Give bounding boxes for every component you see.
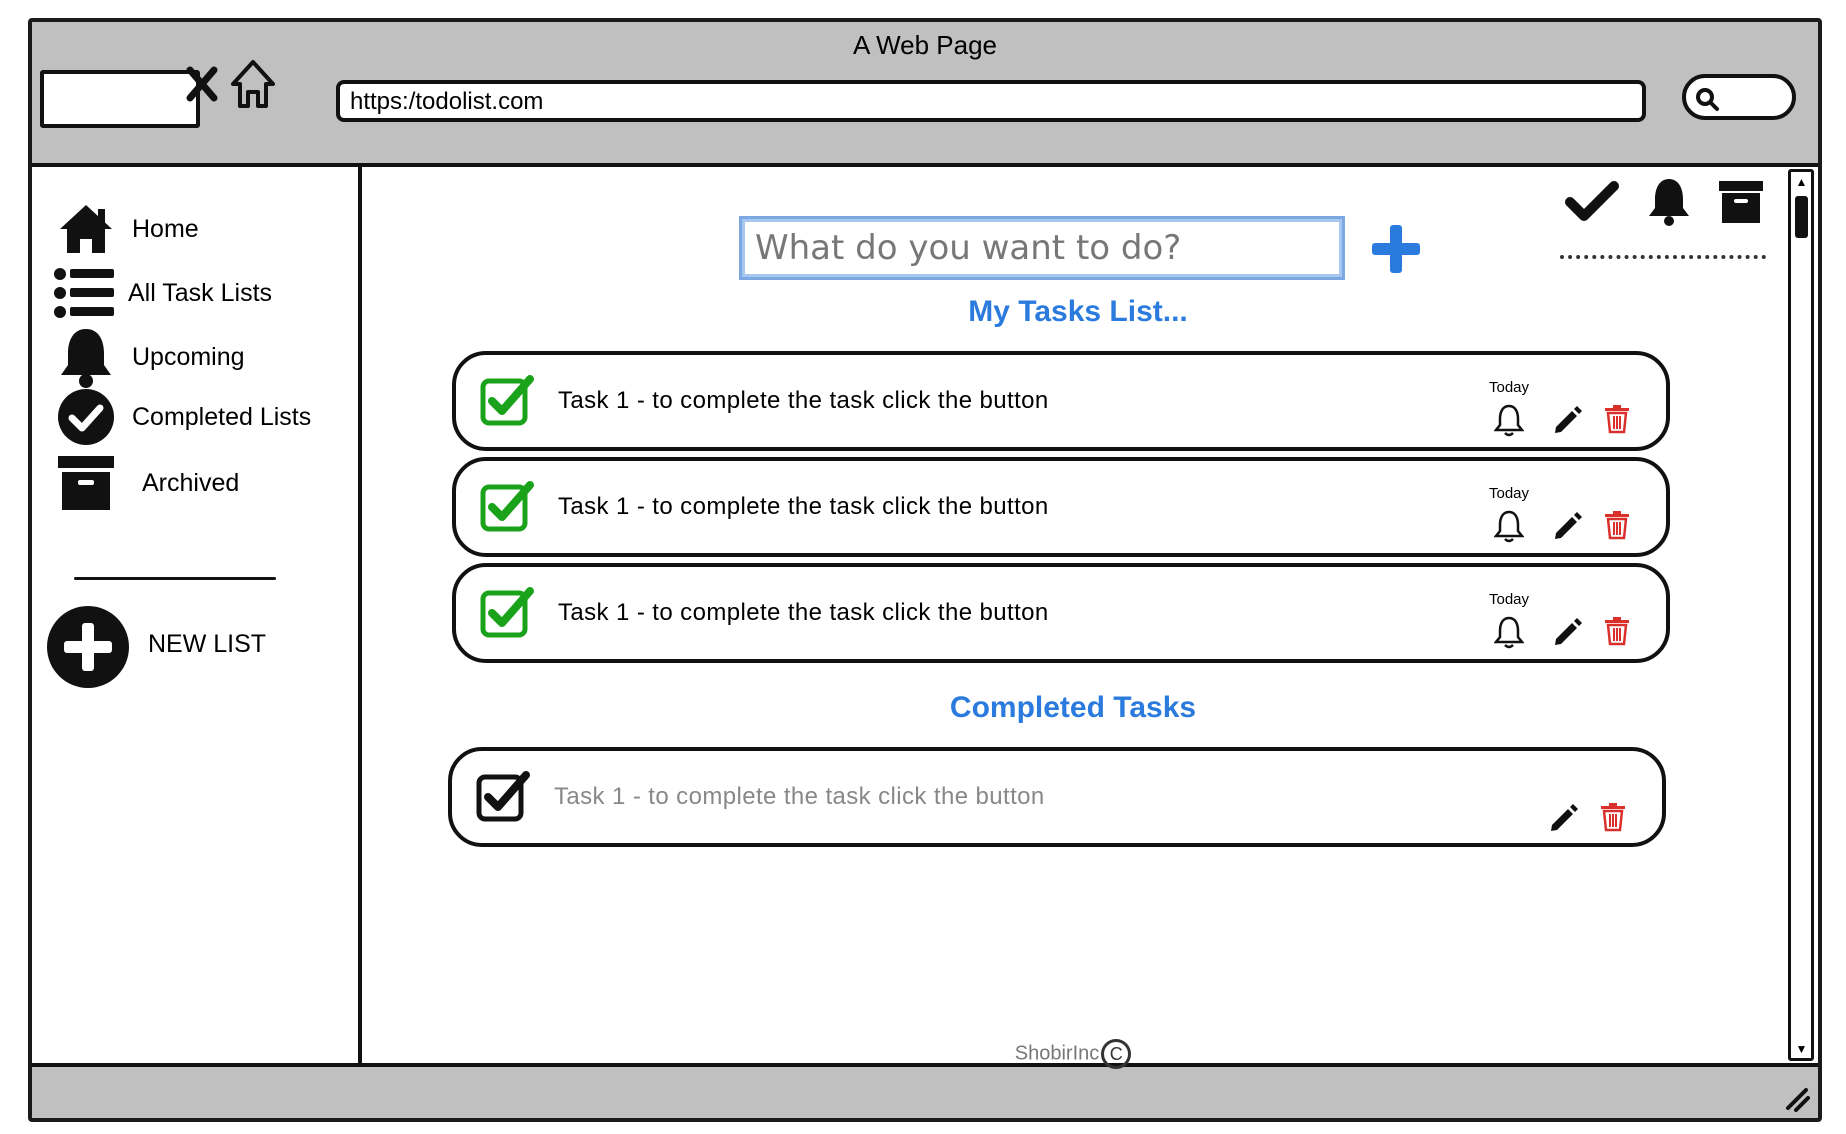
bell-outline-icon[interactable] — [1494, 509, 1524, 543]
completed-title: Completed Tasks — [949, 691, 1197, 724]
sidebar-item-label: All Task Lists — [128, 278, 273, 307]
vertical-scrollbar[interactable]: ▲ ▼ — [1788, 169, 1814, 1061]
sidebar-item-home[interactable]: Home — [54, 197, 199, 261]
sidebar-item-archived[interactable]: Archived — [54, 451, 239, 515]
sidebar-item-completed-lists[interactable]: Completed Lists — [54, 385, 311, 449]
footer: ShobirInc C — [362, 1039, 1784, 1069]
trash-icon[interactable] — [1603, 616, 1631, 646]
new-list-button[interactable]: NEW LIST — [46, 605, 266, 689]
checkbox-checked-icon[interactable] — [480, 373, 536, 427]
trash-icon[interactable] — [1603, 510, 1631, 540]
pencil-icon[interactable] — [1552, 617, 1582, 647]
footer-text: ShobirInc — [1014, 1042, 1100, 1065]
list-icon — [52, 261, 116, 325]
home-nav-icon[interactable] — [228, 56, 278, 112]
check-circle-icon — [54, 385, 118, 449]
dotted-divider — [1560, 255, 1766, 259]
task-text: Task 1 - to complete the task click the … — [558, 599, 1049, 626]
task-text: Task 1 - to complete the task click the … — [558, 493, 1049, 520]
back-button[interactable] — [40, 70, 200, 128]
sidebar-item-label: Archived — [142, 468, 240, 497]
window-title: A Web Page — [852, 30, 998, 60]
bell-icon[interactable] — [1646, 177, 1692, 227]
task-due: Today — [1489, 591, 1530, 608]
task-due: Today — [1489, 379, 1530, 396]
pencil-icon[interactable] — [1552, 405, 1582, 435]
scroll-thumb[interactable] — [1795, 196, 1808, 238]
sidebar-divider — [74, 577, 276, 580]
todo-input[interactable]: What do you want to do? — [739, 216, 1345, 280]
check-icon[interactable] — [1564, 180, 1620, 224]
bell-outline-icon[interactable] — [1494, 615, 1524, 649]
completed-task-card: Task 1 - to complete the task click the … — [448, 747, 1666, 847]
url-bar[interactable]: https:/todolist.com — [336, 80, 1646, 122]
sidebar-item-upcoming[interactable]: Upcoming — [54, 325, 245, 389]
home-icon — [54, 197, 118, 261]
search-icon — [1696, 88, 1719, 111]
task-card: Task 1 - to complete the task click the … — [452, 563, 1670, 663]
add-task-icon[interactable] — [1368, 221, 1424, 277]
bell-icon — [54, 325, 118, 389]
close-icon[interactable] — [182, 62, 222, 106]
main-content: What do you want to do? My Tasks List...… — [362, 167, 1784, 1069]
plus-circle-icon — [46, 605, 130, 689]
page-viewport: Home All Task Lists Upcoming Completed L… — [32, 163, 1818, 1069]
browser-search[interactable] — [1682, 74, 1796, 120]
scroll-up-arrow-icon[interactable]: ▲ — [1793, 173, 1810, 190]
scroll-down-arrow-icon[interactable]: ▼ — [1793, 1040, 1810, 1057]
checkbox-checked-icon[interactable] — [480, 479, 536, 533]
new-list-label: NEW LIST — [148, 629, 267, 658]
trash-icon[interactable] — [1599, 802, 1627, 832]
sidebar-item-label: Completed Lists — [132, 402, 312, 431]
top-action-icons — [1564, 177, 1764, 227]
trash-icon[interactable] — [1603, 404, 1631, 434]
task-card: Task 1 - to complete the task click the … — [452, 457, 1670, 557]
checkbox-checked-icon[interactable] — [476, 769, 532, 823]
task-text: Task 1 - to complete the task click the … — [558, 387, 1049, 414]
checkbox-checked-icon[interactable] — [480, 585, 536, 639]
sidebar-item-label: Home — [132, 214, 199, 243]
sidebar-item-all-task-lists[interactable]: All Task Lists — [52, 261, 272, 325]
bell-outline-icon[interactable] — [1494, 403, 1524, 437]
archive-icon[interactable] — [1718, 179, 1764, 225]
resize-grip-icon[interactable] — [1780, 1082, 1810, 1112]
task-card: Task 1 - to complete the task click the … — [452, 351, 1670, 451]
tasks-title: My Tasks List... — [968, 295, 1188, 328]
archive-icon — [54, 451, 118, 515]
pencil-icon[interactable] — [1548, 803, 1578, 833]
task-text: Task 1 - to complete the task click the … — [554, 783, 1045, 810]
pencil-icon[interactable] — [1552, 511, 1582, 541]
copyright-symbol: C — [1101, 1039, 1132, 1069]
browser-window: A Web Page https:/todolist.com Home All … — [28, 18, 1822, 1122]
sidebar: Home All Task Lists Upcoming Completed L… — [32, 167, 362, 1063]
task-due: Today — [1489, 485, 1530, 502]
sidebar-item-label: Upcoming — [132, 342, 245, 371]
